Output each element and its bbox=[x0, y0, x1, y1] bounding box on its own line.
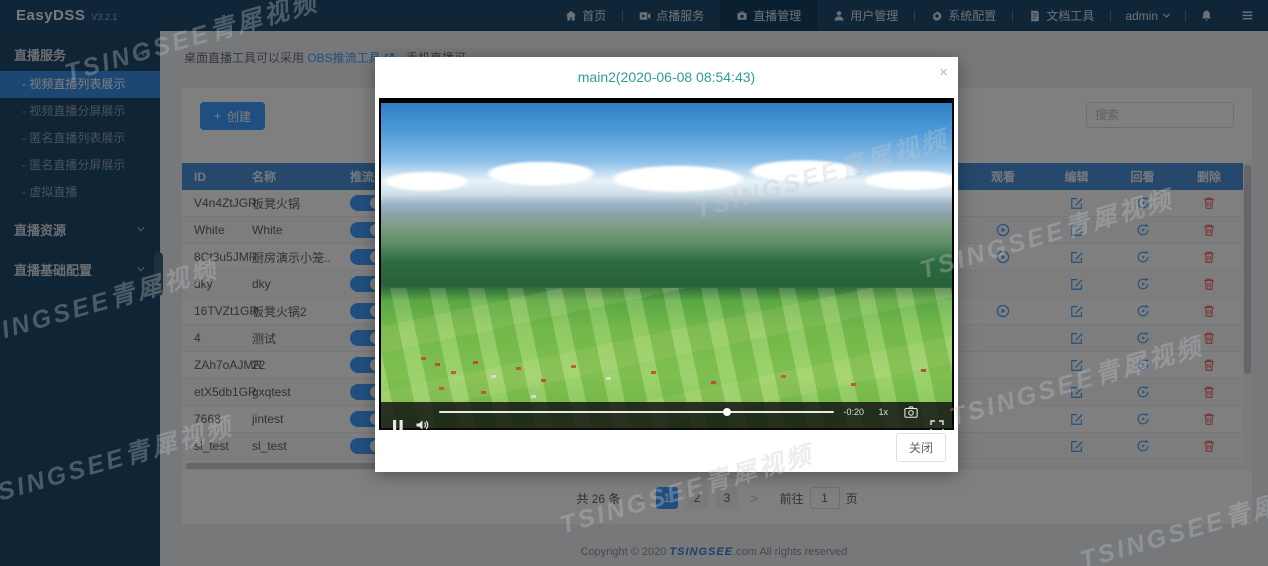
volume-button[interactable] bbox=[415, 418, 429, 430]
pause-button[interactable] bbox=[391, 419, 405, 430]
time-remaining: -0:20 bbox=[843, 407, 864, 417]
playback-speed[interactable]: 1x bbox=[878, 407, 888, 417]
player-control-bar: -0:20 1x bbox=[381, 402, 952, 430]
fullscreen-button[interactable] bbox=[930, 420, 944, 430]
modal-title: main2(2020-06-08 08:54:43) bbox=[577, 69, 756, 85]
progress-handle[interactable] bbox=[723, 408, 732, 416]
close-icon[interactable]: × bbox=[939, 65, 948, 80]
village-houses bbox=[421, 356, 426, 360]
video-player[interactable]: -0:20 1x bbox=[379, 98, 954, 430]
video-frame-landscape bbox=[381, 103, 952, 428]
progress-bar[interactable] bbox=[439, 408, 834, 416]
snapshot-button[interactable] bbox=[904, 405, 918, 424]
clouds bbox=[381, 145, 952, 198]
modal-close-button[interactable]: 关闭 bbox=[895, 433, 946, 462]
video-player-modal: main2(2020-06-08 08:54:43) × -0:20 1x 关闭 bbox=[375, 57, 958, 472]
